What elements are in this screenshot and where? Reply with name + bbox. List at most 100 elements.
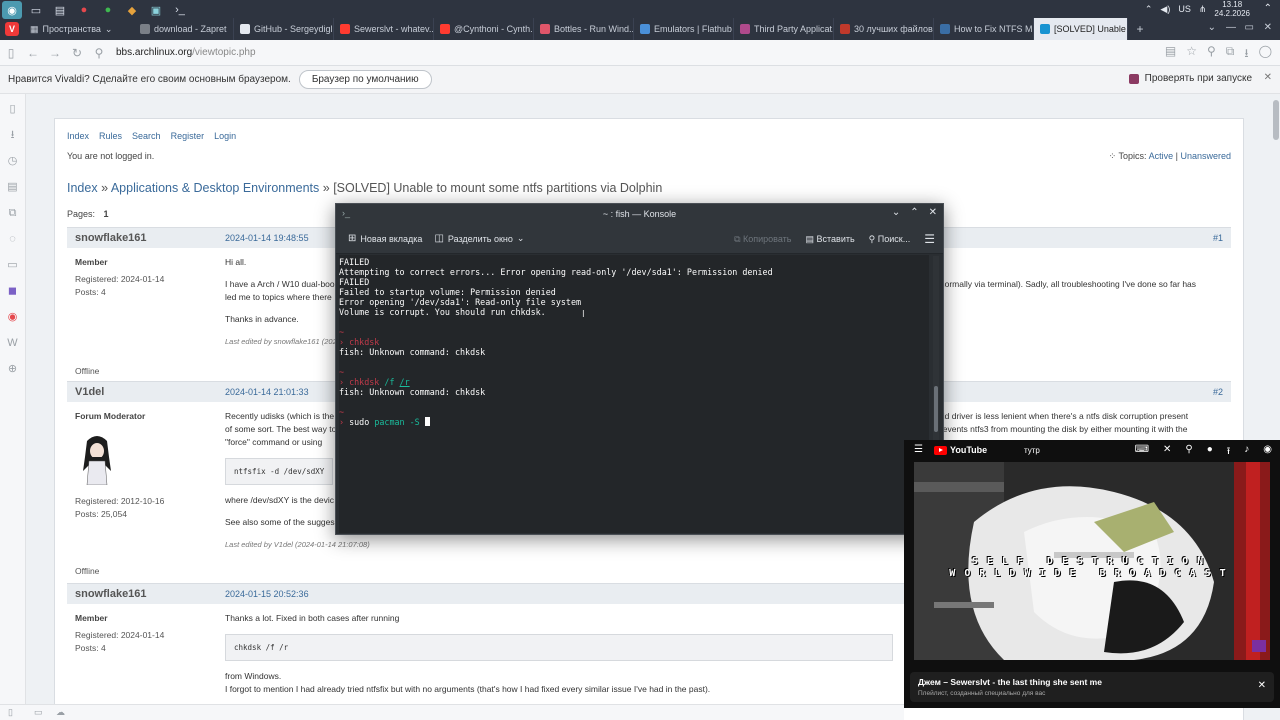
post-date[interactable]: 2024-01-14 21:01:33 bbox=[225, 387, 309, 397]
close-window-icon[interactable]: ✕ bbox=[1264, 22, 1272, 33]
browser-tab[interactable]: Sewerslvt - whatev... bbox=[334, 18, 434, 40]
network-icon[interactable]: ⋔ bbox=[1199, 4, 1207, 15]
post-date[interactable]: 2024-01-14 19:48:55 bbox=[225, 233, 309, 243]
extensions-icon[interactable]: ⧉ bbox=[1226, 44, 1235, 65]
post-number[interactable]: #1 bbox=[1213, 233, 1223, 243]
reading-list-icon[interactable]: ◌ bbox=[6, 232, 20, 246]
post-date[interactable]: 2024-01-15 20:52:36 bbox=[225, 589, 309, 599]
panel-toggle-icon[interactable]: ▯ bbox=[8, 707, 13, 718]
copy-button[interactable]: ⧉ Копировать bbox=[734, 234, 791, 245]
author-status: Offline bbox=[75, 366, 100, 376]
topics-active-link[interactable]: Active bbox=[1149, 151, 1174, 161]
new-tab-button[interactable]: + bbox=[1128, 18, 1152, 40]
tab-list-icon[interactable]: ⌄ bbox=[1208, 22, 1216, 33]
search-icon[interactable]: ⚲ bbox=[1207, 44, 1216, 65]
tiling-icon[interactable]: ▭ bbox=[34, 707, 43, 718]
bookmark-icon[interactable]: ☆ bbox=[1186, 44, 1197, 65]
browser-tab[interactable]: Third Party Applicat... bbox=[734, 18, 834, 40]
history-panel-icon[interactable]: ◷ bbox=[6, 154, 20, 168]
wikipedia-panel-icon[interactable]: W bbox=[6, 336, 20, 350]
nav-rules-link[interactable]: Rules bbox=[99, 131, 122, 141]
check-on-startup-checkbox[interactable]: Проверять при запуске bbox=[1128, 73, 1252, 84]
tray-expand-icon[interactable]: ⌃ bbox=[1264, 3, 1272, 14]
nav-login-link[interactable]: Login bbox=[214, 131, 236, 141]
mic-icon[interactable]: ● bbox=[1207, 444, 1213, 461]
reader-view-icon[interactable]: ▤ bbox=[1165, 44, 1176, 65]
back-button[interactable]: ← bbox=[22, 46, 44, 60]
post-number[interactable]: #2 bbox=[1213, 387, 1223, 397]
post-author[interactable]: snowflake161 bbox=[75, 232, 147, 244]
keyboard-layout[interactable]: US bbox=[1178, 4, 1191, 14]
pip-control-icon[interactable] bbox=[1252, 640, 1266, 652]
nav-search-link[interactable]: Search bbox=[132, 131, 161, 141]
bookmarks-panel-icon[interactable]: ▯ bbox=[6, 102, 20, 116]
add-panel-icon[interactable]: ⊕ bbox=[6, 362, 20, 376]
minimize-icon[interactable]: ⌄ bbox=[892, 207, 900, 218]
restore-window-icon[interactable]: ▭ bbox=[1245, 22, 1254, 33]
browser-tab[interactable]: GitHub - Sergeydigl... bbox=[234, 18, 334, 40]
browser-tab[interactable]: Emulators | Flathub bbox=[634, 18, 734, 40]
mastodon-panel-icon[interactable]: ◼ bbox=[6, 284, 20, 298]
set-default-browser-button[interactable]: Браузер по умолчанию bbox=[298, 70, 432, 89]
panel-toggle-icon[interactable]: ▯ bbox=[0, 46, 22, 60]
profile-icon[interactable]: ◯ bbox=[1259, 44, 1272, 65]
reload-button[interactable]: ↻ bbox=[66, 46, 88, 60]
hamburger-menu-icon[interactable]: ☰ bbox=[924, 232, 935, 246]
now-playing-card[interactable]: Джем – Sewerslvt - the last thing she se… bbox=[910, 672, 1274, 702]
close-icon[interactable]: ✕ bbox=[929, 207, 937, 218]
close-icon[interactable]: ✕ bbox=[1258, 680, 1266, 691]
youtube-logo[interactable]: YouTube bbox=[934, 445, 987, 455]
split-view-button[interactable]: ◫ Разделить окно ⌄ bbox=[434, 233, 524, 244]
breadcrumb-category[interactable]: Applications & Desktop Environments bbox=[111, 181, 319, 195]
bell-icon[interactable]: ♪ bbox=[1244, 444, 1249, 461]
maximize-icon[interactable]: ⌃ bbox=[910, 207, 918, 218]
find-button[interactable]: ⚲ Поиск... bbox=[869, 234, 911, 245]
browser-tab[interactable]: Bottles - Run Wind... bbox=[534, 18, 634, 40]
nav-register-link[interactable]: Register bbox=[171, 131, 205, 141]
youtube-search-input[interactable]: тутр bbox=[1024, 446, 1040, 455]
site-info-icon[interactable]: ⚲ bbox=[88, 46, 110, 60]
post-author[interactable]: V1del bbox=[75, 386, 104, 398]
page-current[interactable]: 1 bbox=[104, 209, 109, 219]
nav-index-link[interactable]: Index bbox=[67, 131, 89, 141]
browser-tab[interactable]: [SOLVED] Unable to m... bbox=[1034, 18, 1128, 40]
breadcrumb-index[interactable]: Index bbox=[67, 181, 98, 195]
clock[interactable]: 13.18 24.2.2026 bbox=[1214, 0, 1250, 18]
pagination: Pages: 1 bbox=[67, 209, 109, 219]
speaker-icon[interactable]: ◀) bbox=[1160, 4, 1170, 15]
minimize-window-icon[interactable]: — bbox=[1226, 22, 1236, 33]
paste-button[interactable]: ▤ Вставить bbox=[805, 234, 854, 245]
scrollbar-thumb[interactable] bbox=[934, 386, 938, 432]
terminal-output[interactable]: FAILED Attempting to correct errors... E… bbox=[339, 255, 929, 533]
search-icon[interactable]: ⚲ bbox=[1185, 444, 1192, 461]
account-icon[interactable]: ◉ bbox=[1263, 444, 1272, 461]
youtube-video[interactable]: SELF DESTRUCTION WORLDWIDE BROADCAST bbox=[914, 462, 1270, 660]
close-notification-icon[interactable]: ✕ bbox=[1264, 72, 1272, 83]
workspaces-button[interactable]: ▦ Пространства ⌄ bbox=[24, 18, 134, 40]
menu-icon[interactable]: ☰ bbox=[914, 444, 923, 455]
post-author[interactable]: snowflake161 bbox=[75, 588, 147, 600]
browser-tab[interactable]: @Cynthoni - Cynth... bbox=[434, 18, 534, 40]
clear-icon[interactable]: ✕ bbox=[1163, 444, 1171, 461]
pages-label: Pages: bbox=[67, 209, 96, 219]
url-field[interactable]: bbs.archlinux.org/viewtopic.php bbox=[116, 47, 256, 58]
terminal-app-icon: ›_ bbox=[342, 208, 351, 218]
forward-button[interactable]: → bbox=[44, 46, 66, 60]
konsole-titlebar[interactable]: ›_ ~ : fish — Konsole ⌄ ⌃ ✕ bbox=[336, 204, 943, 224]
translate-panel-icon[interactable]: ▭ bbox=[6, 258, 20, 272]
sync-cloud-icon[interactable]: ☁ bbox=[56, 707, 65, 718]
downloads-panel-icon[interactable]: ⭳ bbox=[6, 128, 20, 142]
upload-icon[interactable]: ⭱ bbox=[1227, 444, 1231, 461]
keyboard-icon[interactable]: ⌨ bbox=[1135, 444, 1149, 461]
downloads-icon[interactable]: ⭳ bbox=[1244, 44, 1248, 65]
browser-tab[interactable]: 30 лучших файлов... bbox=[834, 18, 934, 40]
topics-unanswered-link[interactable]: Unanswered bbox=[1180, 151, 1231, 161]
new-tab-button[interactable]: ⊞ Новая вкладка bbox=[348, 233, 422, 244]
browser-tab[interactable]: How to Fix NTFS M... bbox=[934, 18, 1034, 40]
browser-tab[interactable]: download - Zapret bbox=[134, 18, 234, 40]
vivaldi-panel-icon[interactable]: ◉ bbox=[6, 310, 20, 324]
vivaldi-menu-button[interactable]: V bbox=[0, 18, 24, 40]
window-panel-icon[interactable]: ⧉ bbox=[6, 206, 20, 220]
notes-panel-icon[interactable]: ▤ bbox=[6, 180, 20, 194]
scrollbar-thumb[interactable] bbox=[1273, 100, 1279, 140]
